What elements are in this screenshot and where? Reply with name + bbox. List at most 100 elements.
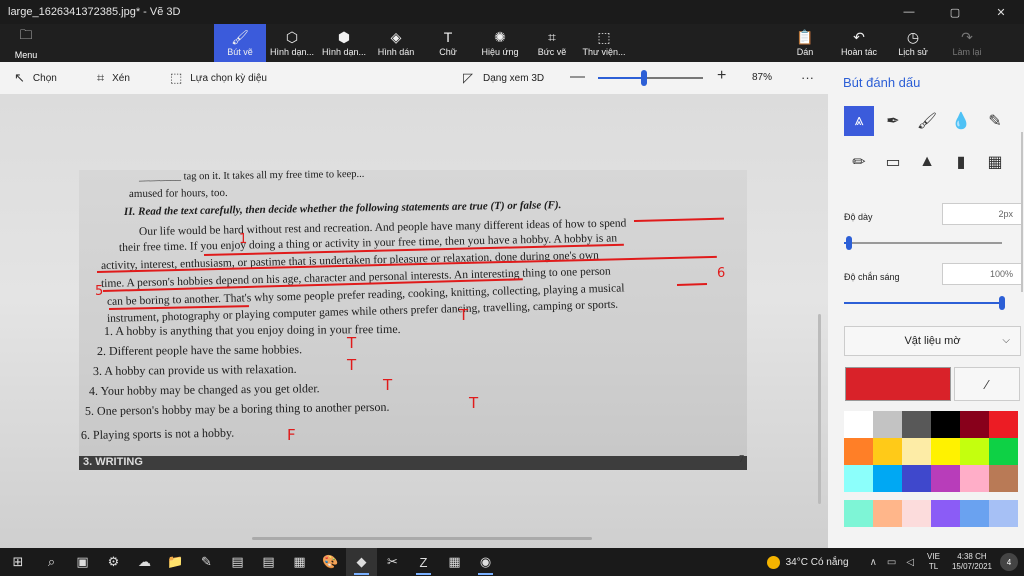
pixel-pen-icon[interactable]: ✎: [980, 106, 1010, 136]
color-swatch-option[interactable]: [873, 500, 902, 527]
calculator-icon[interactable]: ▦: [439, 548, 470, 576]
tool-stickers-button[interactable]: ◈ Hình dán: [370, 24, 422, 62]
weather-app-icon[interactable]: ☁: [129, 548, 160, 576]
clock[interactable]: 4:38 CH 15/07/2021: [952, 552, 992, 572]
start-icon[interactable]: ⊞: [0, 548, 36, 576]
color-palette-secondary: [844, 500, 1018, 527]
redo-button[interactable]: ↷ Làm lại: [940, 24, 994, 62]
color-swatch-option[interactable]: [873, 465, 902, 492]
close-button[interactable]: ✕: [978, 0, 1024, 24]
cursor-icon: ↖: [14, 70, 25, 85]
chevron-up-icon[interactable]: ∧: [870, 557, 877, 568]
color-swatch-option[interactable]: [989, 465, 1018, 492]
color-swatch-option[interactable]: [960, 438, 989, 465]
spray-can-icon[interactable]: ▮: [946, 147, 976, 177]
crop-button[interactable]: ⌗ Xén: [97, 70, 130, 86]
color-swatch-option[interactable]: [902, 465, 931, 492]
select-button[interactable]: ↖ Chọn: [14, 70, 57, 86]
brush-panel: Bút đánh dấu ⩓ ✒ 🖌 💧 ✎ ✏ ▭ ▲ ▮ ▦ Độ dày 2px Độ ch…: [828, 62, 1024, 548]
color-swatch-option[interactable]: [902, 438, 931, 465]
fill-bucket-icon[interactable]: ▦: [980, 147, 1010, 177]
paint-3d-icon[interactable]: ◆: [346, 548, 377, 576]
tool-3d-shapes-button[interactable]: ⬢ Hình dạn...: [318, 24, 370, 62]
zoom-out-button[interactable]: —: [570, 68, 585, 85]
color-swatch-option[interactable]: [844, 500, 873, 527]
chrome-icon[interactable]: ◉: [470, 548, 501, 576]
tool-2d-shapes-button[interactable]: ⬡ Hình dạn...: [266, 24, 318, 62]
color-swatch-option[interactable]: [931, 411, 960, 438]
color-swatch-option[interactable]: [960, 500, 989, 527]
color-swatch-option[interactable]: [989, 438, 1018, 465]
zalo-icon[interactable]: Z: [408, 548, 439, 576]
color-swatch-option[interactable]: [931, 438, 960, 465]
settings-icon[interactable]: ⚙: [98, 548, 129, 576]
history-button[interactable]: ◷ Lịch sử: [886, 24, 940, 62]
color-swatch-option[interactable]: [960, 465, 989, 492]
paint-icon[interactable]: 🎨: [315, 548, 346, 576]
worksheet-photo[interactable]: 3. WRITING 7 ________ tag on it. It take…: [79, 170, 747, 470]
panel-scrollbar[interactable]: [1021, 132, 1023, 292]
zoom-slider-thumb[interactable]: [641, 70, 648, 86]
tool-canvas-button[interactable]: ⌗ Bức vẽ: [526, 24, 578, 62]
taskbar-apps: ⊞ ⌕ ▣ ⚙ ☁ 📁 ✎ ▤ ▤ ▦ 🎨 ◆ ✂ Z ▦ ◉: [0, 548, 501, 576]
opacity-input[interactable]: 100%: [942, 263, 1022, 285]
search-icon[interactable]: ⌕: [36, 548, 67, 576]
calligraphy-pen-icon[interactable]: ✒: [878, 106, 908, 136]
vertical-scrollbar[interactable]: [818, 314, 821, 504]
magic-select-button[interactable]: ⬚ Lựa chọn kỳ diệu: [170, 70, 267, 86]
watercolor-icon[interactable]: 💧: [946, 106, 976, 136]
color-swatch-option[interactable]: [960, 411, 989, 438]
tool-label: Hoàn tác: [840, 46, 878, 57]
input-language[interactable]: VIE TL: [927, 552, 940, 572]
zoom-in-button[interactable]: +: [717, 67, 726, 85]
color-swatch-option[interactable]: [902, 500, 931, 527]
paste-button[interactable]: 📋 Dán: [778, 24, 832, 62]
color-swatch-option[interactable]: [873, 438, 902, 465]
slides-icon[interactable]: ▤: [222, 548, 253, 576]
color-swatch-option[interactable]: [989, 411, 1018, 438]
current-color-swatch[interactable]: [845, 367, 951, 401]
pencil-icon[interactable]: ✏: [844, 147, 874, 177]
tool-effects-button[interactable]: ✺ Hiệu ứng: [474, 24, 526, 62]
oil-brush-icon[interactable]: 🖌: [912, 106, 942, 136]
color-swatch-option[interactable]: [989, 500, 1018, 527]
thickness-slider-track[interactable]: [844, 242, 1002, 244]
color-swatch-option[interactable]: [931, 465, 960, 492]
undo-button[interactable]: ↶ Hoàn tác: [832, 24, 886, 62]
color-swatch-option[interactable]: [844, 411, 873, 438]
view-3d-button[interactable]: ◸ Dạng xem 3D: [463, 62, 544, 94]
eyedropper-button[interactable]: ⁄: [954, 367, 1020, 401]
thickness-slider-thumb[interactable]: [845, 236, 852, 250]
opacity-slider-thumb[interactable]: [999, 296, 1005, 310]
sticky-notes-icon[interactable]: ✎: [191, 548, 222, 576]
color-swatch-option[interactable]: [931, 500, 960, 527]
weather-widget[interactable]: 34°C Có nắng: [766, 555, 849, 569]
eraser-icon[interactable]: ▭: [878, 147, 908, 177]
task-view-icon[interactable]: ▣: [67, 548, 98, 576]
history-icon: ◷: [906, 28, 920, 45]
more-options-button[interactable]: ···: [801, 70, 814, 85]
file-explorer-icon[interactable]: 📁: [160, 548, 191, 576]
snip-icon[interactable]: ✂: [377, 548, 408, 576]
3d-shapes-icon: ⬢: [337, 28, 351, 45]
notification-badge[interactable]: 4: [1000, 553, 1018, 571]
horizontal-scrollbar[interactable]: [252, 537, 592, 540]
crayon-icon[interactable]: ▲: [912, 147, 942, 177]
volume-icon[interactable]: ◁: [906, 557, 914, 568]
docs-icon[interactable]: ▤: [253, 548, 284, 576]
thickness-input[interactable]: 2px: [942, 203, 1022, 225]
material-dropdown[interactable]: Vật liệu mờ ⌵: [844, 326, 1021, 356]
network-icon[interactable]: ▭: [887, 557, 896, 568]
maximize-button[interactable]: ▢: [932, 0, 978, 24]
minimize-button[interactable]: —: [886, 0, 932, 24]
sheets-icon[interactable]: ▦: [284, 548, 315, 576]
tool-library-button[interactable]: ⬚ Thư viện...: [578, 24, 630, 62]
tool-brushes-button[interactable]: 🖌 Bút vẽ: [214, 24, 266, 62]
tool-text-button[interactable]: T Chữ: [422, 24, 474, 62]
color-swatch-option[interactable]: [844, 438, 873, 465]
color-swatch-option[interactable]: [902, 411, 931, 438]
marker-brush-icon[interactable]: ⩓: [844, 106, 874, 136]
menu-button[interactable]: 🗀 Menu: [0, 24, 52, 62]
color-swatch-option[interactable]: [873, 411, 902, 438]
color-swatch-option[interactable]: [844, 465, 873, 492]
